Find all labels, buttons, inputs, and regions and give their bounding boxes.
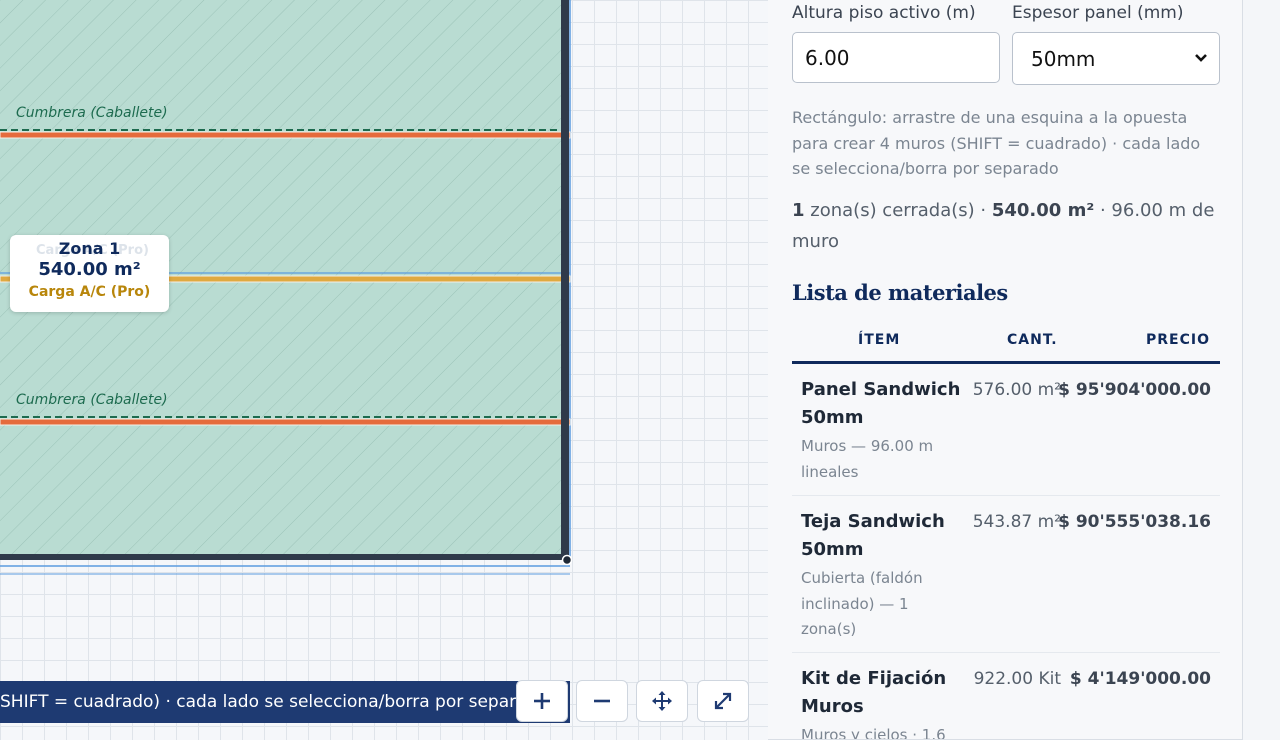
- table-row: Kit de Fijación Muros Muros y cielos · 1…: [792, 653, 1220, 740]
- material-name: Kit de Fijación Muros: [801, 668, 947, 717]
- floor-height-input[interactable]: [792, 32, 1000, 83]
- column-price: PRECIO: [1146, 332, 1210, 348]
- zones-text: zona(s) cerrada(s) ·: [810, 200, 987, 221]
- table-row: Panel Sandwich 50mm Muros — 96.00 m line…: [792, 364, 1220, 496]
- total-area: 540.00 m²: [991, 200, 1095, 221]
- materials-table: ÍTEM CANT. PRECIO Panel Sandwich 50mm Mu…: [792, 324, 1220, 740]
- materials-title: Lista de materiales: [792, 280, 1008, 305]
- zones-summary: 1 zona(s) cerrada(s) · 540.00 m² · 96.00…: [792, 195, 1222, 257]
- chevron-down-icon: [1195, 54, 1207, 62]
- panel-thickness-value: 50mm: [1031, 46, 1096, 71]
- panel-thickness-select[interactable]: 50mm: [1012, 32, 1220, 85]
- zone-area-value: 540.00 m²: [38, 259, 141, 280]
- ridge-label: Cumbrera (Caballete): [16, 392, 168, 408]
- material-price: $ 95'904'000.00: [1058, 380, 1211, 400]
- material-price: $ 90'555'038.16: [1058, 512, 1211, 532]
- minus-icon: [594, 699, 610, 703]
- material-qty: 922.00 Kit: [973, 669, 1061, 689]
- zone-load: Carga A/C (Pro): [28, 284, 151, 300]
- column-qty: CANT.: [1007, 332, 1058, 348]
- material-qty: 543.87 m²: [972, 512, 1061, 532]
- wall-bottom[interactable]: [0, 554, 569, 560]
- table-header: ÍTEM CANT. PRECIO: [792, 324, 1220, 364]
- zones-count: 1: [792, 200, 805, 221]
- ridge-label: Cumbrera (Caballete): [16, 105, 168, 121]
- fullscreen-button[interactable]: [697, 680, 749, 722]
- floor-height-label: Altura piso activo (m): [792, 3, 976, 23]
- material-desc: Muros — 96.00 m lineales: [801, 437, 934, 481]
- table-row: Teja Sandwich 50mm Cubierta (faldón incl…: [792, 496, 1220, 653]
- beam-line[interactable]: [0, 131, 571, 139]
- column-item: ÍTEM: [858, 332, 901, 348]
- rectangle-hint: Rectángulo: arrastre de una esquina a la…: [792, 108, 1201, 178]
- drawing-canvas[interactable]: Cumbrera (Caballete) Cumbrera (Caballete…: [0, 0, 768, 740]
- expand-icon: [714, 692, 732, 710]
- zoom-out-button[interactable]: [576, 680, 628, 722]
- material-name: Panel Sandwich 50mm: [801, 379, 961, 428]
- zone-name: Zona 1: [58, 239, 121, 258]
- material-price: $ 4'149'000.00: [1069, 669, 1211, 689]
- pan-button[interactable]: [636, 680, 688, 722]
- material-qty: 576.00 m²: [972, 380, 1061, 400]
- zoom-in-button[interactable]: [516, 680, 568, 722]
- status-bar: SHIFT = cuadrado) · cada lado se selecci…: [0, 681, 570, 723]
- material-name: Teja Sandwich 50mm: [801, 511, 945, 560]
- material-desc: Cubierta (faldón inclinado) — 1 zona(s): [801, 569, 923, 638]
- zone-label-card[interactable]: Carga A/C (Pro) Zona 1 540.00 m² Carga A…: [10, 235, 169, 312]
- plus-icon: [534, 693, 550, 709]
- corner-handle[interactable]: [561, 554, 573, 566]
- properties-panel: Altura piso activo (m) Espesor panel (mm…: [768, 0, 1243, 740]
- beam-line[interactable]: [0, 418, 571, 426]
- wall-right[interactable]: [561, 0, 569, 560]
- panel-thickness-label: Espesor panel (mm): [1012, 3, 1184, 23]
- material-desc: Muros y cielos · 1.6 ×: [801, 726, 946, 740]
- move-icon: [652, 691, 672, 711]
